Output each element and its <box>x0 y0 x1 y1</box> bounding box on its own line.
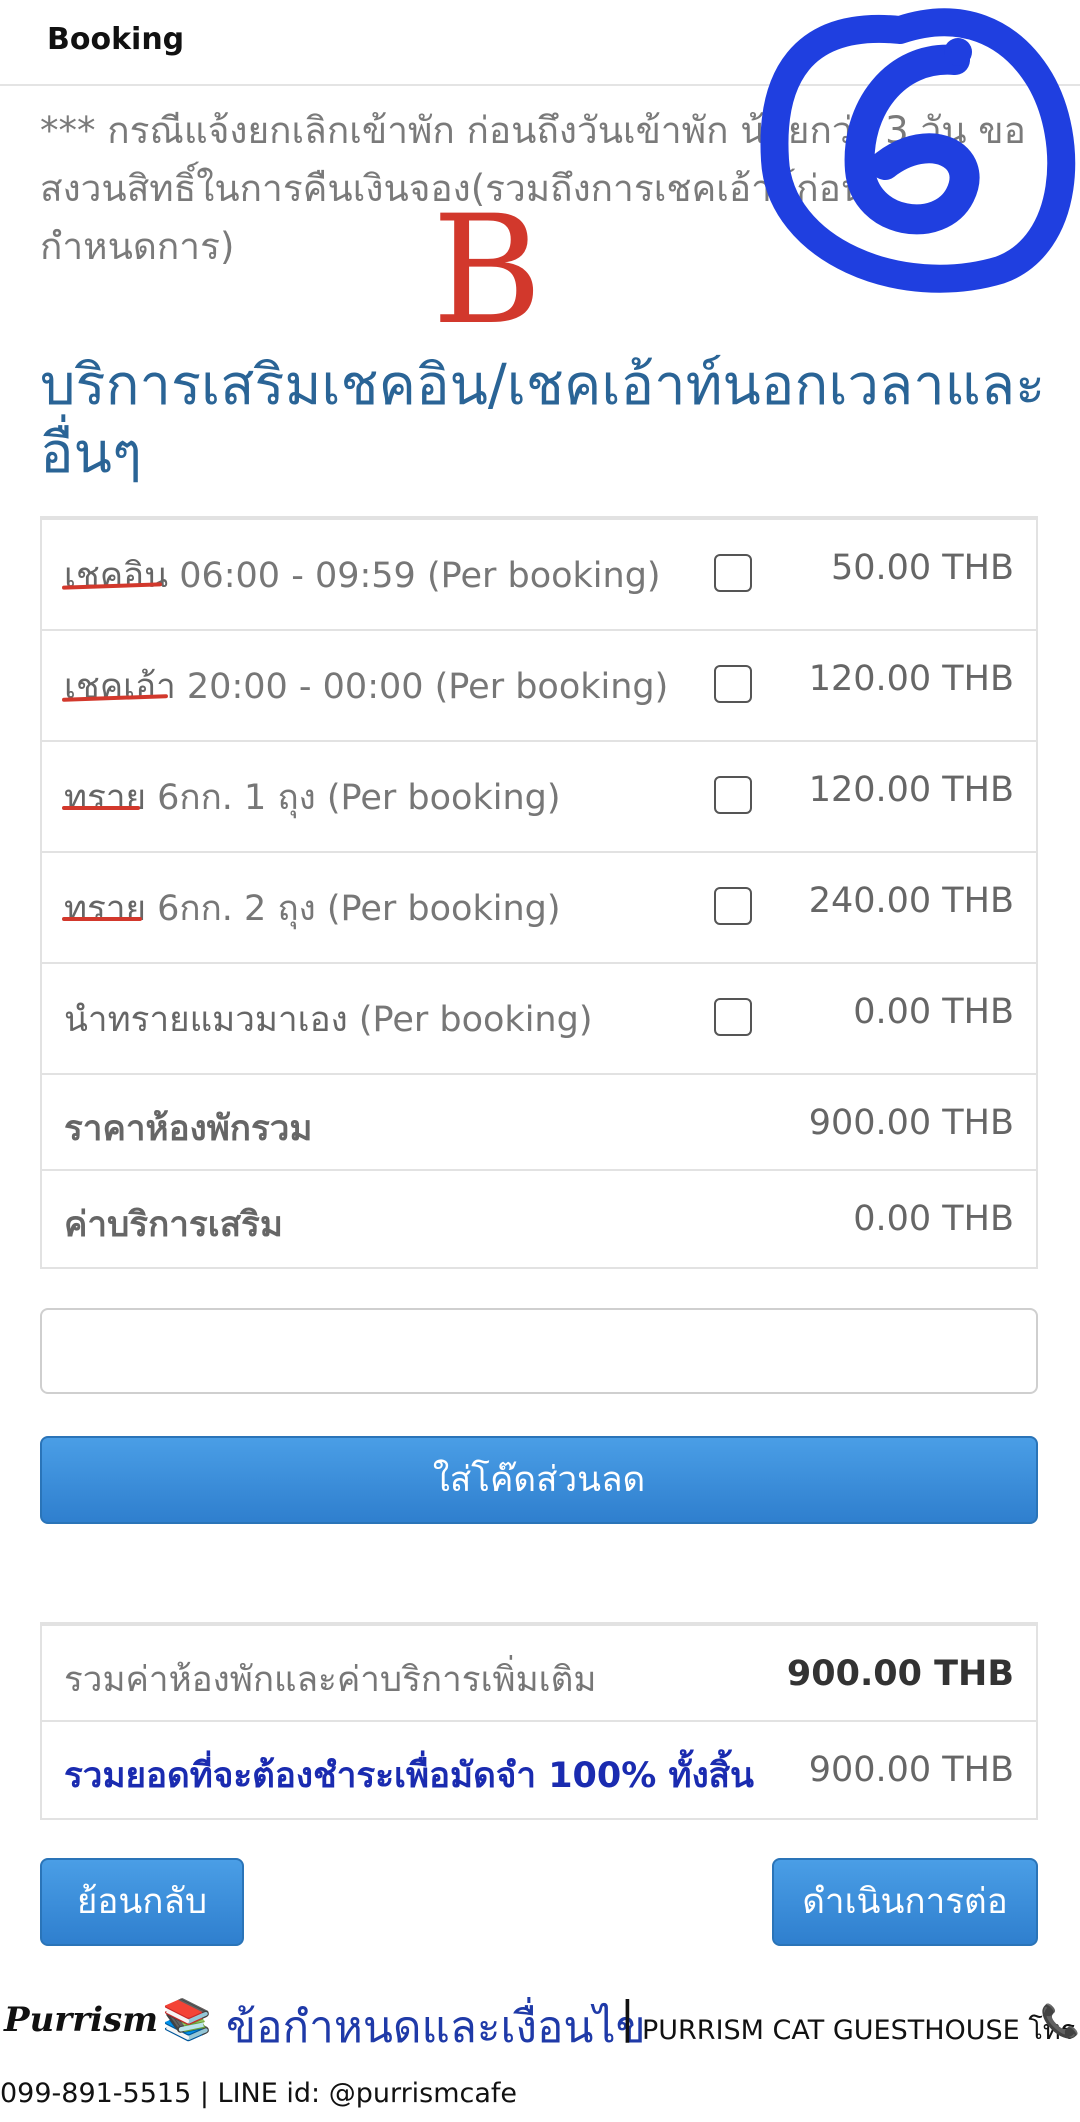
option-checkbox[interactable] <box>714 998 752 1036</box>
promo-code-input[interactable] <box>40 1308 1038 1394</box>
option-checkbox[interactable] <box>714 887 752 925</box>
service-total-value: 0.00 THB <box>853 1199 1014 1239</box>
books-icon: 📚 <box>162 1997 212 2043</box>
option-row-sand-2: ทราย 6กก. 2 ถุง (Per booking) 240.00 THB <box>42 853 1036 964</box>
deposit-total-label: รวมยอดที่จะต้องชำระเพื่อมัดจำ 100% ทั้งส… <box>64 1756 754 1796</box>
option-name: ทราย <box>64 889 147 929</box>
combined-total-value: 900.00 THB <box>786 1654 1014 1694</box>
option-price: 50.00 THB <box>830 548 1014 588</box>
back-button[interactable]: ย้อนกลับ <box>40 1858 244 1946</box>
option-name: เชคอิน <box>64 556 169 596</box>
option-price: 120.00 THB <box>808 770 1014 810</box>
guesthouse-name: PURRISM CAT GUESTHOUSE โทร <box>642 2015 1076 2046</box>
underline-annotation <box>62 806 140 810</box>
totals-table: รวมค่าห้องพักและค่าบริการเพิ่มเติม 900.0… <box>40 1622 1038 1820</box>
option-row-checkout: เชคเอ้า 20:00 - 00:00 (Per booking) 120.… <box>42 631 1036 742</box>
option-detail: 6กก. 1 ถุง (Per booking) <box>146 778 561 818</box>
option-detail: (Per booking) <box>347 1000 593 1040</box>
annotation-circled-six <box>760 8 1076 293</box>
option-name: นำทรายแมวมาเอง <box>64 1000 348 1040</box>
deposit-total-row: รวมยอดที่จะต้องชำระเพื่อมัดจำ 100% ทั้งส… <box>42 1722 1036 1818</box>
room-total-label: ราคาห้องพักรวม <box>64 1109 313 1149</box>
option-detail: 6กก. 2 ถุง (Per booking) <box>146 889 561 929</box>
extra-services-table: เชคอิน 06:00 - 09:59 (Per booking) 50.00… <box>40 516 1038 1269</box>
option-name: ทราย <box>64 778 147 818</box>
footer-contact: 099-891-5515 | LINE id: @purrismcafe <box>0 2078 518 2109</box>
deposit-total-value: 900.00 THB <box>808 1750 1014 1790</box>
terms-link[interactable]: ข้อกำหนดและเงื่อนไข <box>226 1992 646 2062</box>
room-total-value: 900.00 THB <box>808 1103 1014 1143</box>
option-checkbox[interactable] <box>714 554 752 592</box>
phone-icon: 📞 <box>1040 2002 1080 2040</box>
option-price: 240.00 THB <box>808 881 1014 921</box>
underline-annotation <box>62 917 142 921</box>
option-row-sand-1: ทราย 6กก. 1 ถุง (Per booking) 120.00 THB <box>42 742 1036 853</box>
room-total-row: ราคาห้องพักรวม 900.00 THB <box>42 1075 1036 1171</box>
option-price: 0.00 THB <box>853 992 1014 1032</box>
service-total-label: ค่าบริการเสริม <box>64 1205 283 1245</box>
combined-total-label: รวมค่าห้องพักและค่าบริการเพิ่มเติม <box>64 1660 597 1700</box>
section-title: บริการเสริมเชคอิน/เชคเอ้าท์นอกเวลาและอื่… <box>40 353 1046 486</box>
brand-logo: Purrism <box>4 2000 159 2040</box>
option-checkbox[interactable] <box>714 665 752 703</box>
continue-button[interactable]: ดำเนินการต่อ <box>772 1858 1038 1946</box>
option-checkbox[interactable] <box>714 776 752 814</box>
footer-line-1: Purrism 📚 ข้อกำหนดและเงื่อนไข | PURRISM … <box>0 1992 1080 2053</box>
footer-separator: | <box>620 1992 635 2043</box>
option-row-own-sand: นำทรายแมวมาเอง (Per booking) 0.00 THB <box>42 964 1036 1075</box>
option-detail: 20:00 - 00:00 (Per booking) <box>175 667 669 707</box>
apply-promo-button[interactable]: ใส่โค๊ดส่วนลด <box>40 1436 1038 1524</box>
option-row-checkin: เชคอิน 06:00 - 09:59 (Per booking) 50.00… <box>42 520 1036 631</box>
combined-total-row: รวมค่าห้องพักและค่าบริการเพิ่มเติม 900.0… <box>42 1626 1036 1722</box>
option-price: 120.00 THB <box>808 659 1014 699</box>
option-detail: 06:00 - 09:59 (Per booking) <box>168 556 661 596</box>
service-total-row: ค่าบริการเสริม 0.00 THB <box>42 1171 1036 1267</box>
